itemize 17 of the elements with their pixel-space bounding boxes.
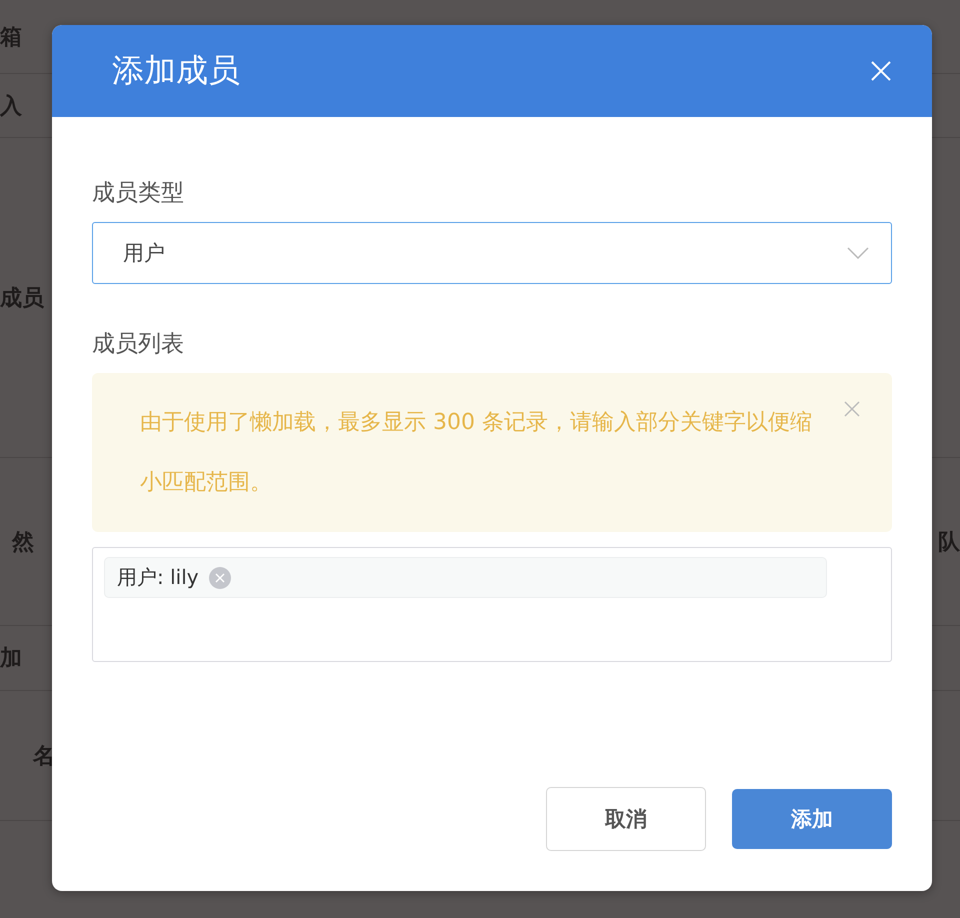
background-text: 然: [12, 528, 34, 556]
tag-label: 用户: lily: [117, 564, 199, 591]
remove-icon[interactable]: [208, 566, 231, 588]
member-type-select[interactable]: 用户: [92, 222, 892, 284]
field-label: 成员类型: [92, 179, 185, 208]
cancel-button[interactable]: 取消: [546, 787, 706, 851]
background-text: 成员: [0, 284, 44, 312]
member-list-field[interactable]: 用户: lily: [92, 547, 892, 662]
add-button[interactable]: 添加: [732, 789, 892, 849]
alert-message: 由于使用了懒加载，最多显示 300 条记录，请输入部分关键字以便缩小匹配范围。: [140, 409, 813, 497]
background-text: 箱: [0, 24, 22, 52]
chevron-down-icon: [847, 247, 869, 259]
background-text: 名: [33, 742, 55, 770]
field-label: 成员列表: [92, 330, 185, 359]
close-icon[interactable]: [844, 401, 860, 417]
background-text: 队: [938, 528, 960, 556]
dialog-title: 添加成员: [112, 50, 240, 91]
